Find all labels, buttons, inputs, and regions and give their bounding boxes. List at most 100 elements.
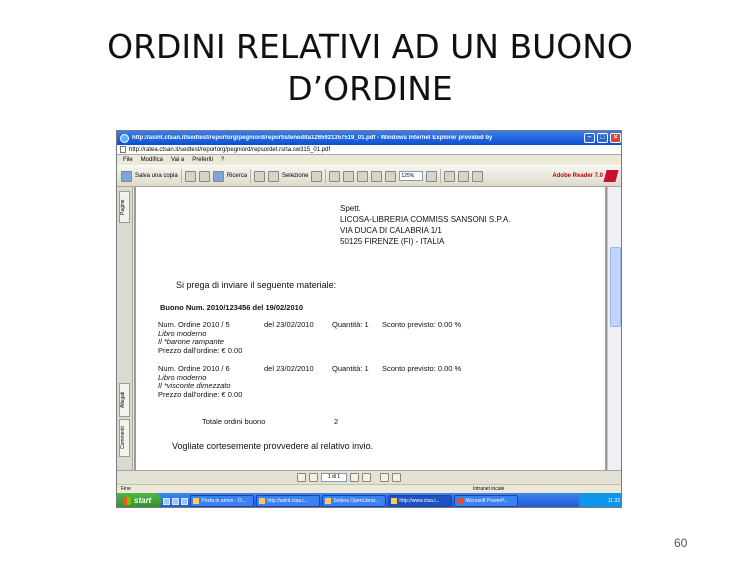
quicklaunch-desktop-icon[interactable] (181, 497, 189, 505)
hand-tool-icon[interactable] (254, 170, 266, 182)
taskbar-item-sebina[interactable]: Sebina OpenLibrar... (322, 495, 387, 507)
clock[interactable]: 11.32 (608, 498, 620, 504)
windows-taskbar: start Posta in arrivo - O... http://asln… (117, 493, 621, 507)
toolbar-separator (325, 169, 327, 183)
taskbar-item-label: Posta in arrivo - O... (201, 498, 246, 504)
order-1-title: Il *barone rampante (158, 337, 224, 346)
taskbar-item-browser-2[interactable]: http://www.ctsa.i... (388, 495, 453, 507)
total-orders-value: 2 (334, 417, 339, 426)
security-zone: Intranet locale (473, 486, 505, 492)
print-icon[interactable] (184, 170, 196, 182)
tab-pagine[interactable]: Pagine (119, 191, 130, 223)
order-2-discount: Sconto previsto: 0.00 % (382, 364, 462, 373)
vertical-scrollbar[interactable] (607, 187, 621, 470)
previous-page-icon[interactable] (309, 473, 318, 482)
adobe-reader-label: Adobe Reader 7.0 (552, 173, 603, 179)
tools-icon[interactable] (472, 170, 484, 182)
go-back-icon[interactable] (380, 473, 389, 482)
recipient-line-4: 50125 FIRENZE (FI) - ITALIA (340, 237, 445, 246)
browser-screenshot: http://aslnt.ctsan.it/sedtest/reportorg/… (116, 130, 622, 508)
ie-status-bar: Fine Intranet locale (117, 484, 621, 493)
menu-file[interactable]: File (123, 157, 133, 163)
menu-modifica[interactable]: Modifica (141, 157, 163, 163)
maximize-button[interactable]: □ (597, 133, 608, 143)
first-page-icon[interactable] (297, 473, 306, 482)
total-orders-label: Totale ordini buono (202, 417, 266, 426)
select-tool-icon[interactable] (268, 170, 280, 182)
closing-text: Vogliate cortesemente provvedere al rela… (172, 441, 374, 451)
slide-page-number: 60 (674, 536, 688, 550)
email-icon[interactable] (198, 170, 210, 182)
window-titlebar[interactable]: http://aslnt.ctsan.it/sedtest/reportorg/… (117, 131, 621, 145)
search-icon[interactable] (212, 170, 224, 182)
comments-icon[interactable] (458, 170, 470, 182)
voucher-heading: Buono Num. 2010/123456 del 19/02/2010 (160, 303, 303, 312)
tab-allegati[interactable]: Allegati (119, 383, 130, 417)
recipient-line-1: Spett. (340, 204, 361, 213)
menu-help[interactable]: ? (221, 157, 224, 163)
slide-title-line-2: D’ORDINE (287, 69, 453, 108)
taskbar-item-outlook[interactable]: Posta in arrivo - O... (190, 495, 255, 507)
save-copy-button[interactable]: Salva una copia (135, 173, 178, 179)
order-2-quantity: Quantità: 1 (332, 364, 369, 373)
toolbar-separator (250, 169, 252, 183)
taskbar-item-label: Sebina OpenLibrar... (333, 498, 380, 504)
select-button[interactable]: Selezione (282, 173, 308, 179)
zoom-in-icon[interactable] (329, 170, 341, 182)
quicklaunch-ie-icon[interactable] (172, 497, 180, 505)
order-1-discount: Sconto previsto: 0.00 % (382, 320, 462, 329)
slide-title: ORDINI RELATIVI AD UN BUONO D’ORDINE (0, 26, 740, 110)
pdf-navigation-bar: 1 di 1 (117, 470, 621, 484)
page-icon (120, 146, 126, 153)
page-number-field[interactable]: 1 di 1 (321, 473, 347, 482)
taskbar-item-powerpoint[interactable]: Microsoft PowerP... (454, 495, 519, 507)
taskbar-item-label: http://aslnt.ctsa.i... (267, 498, 308, 504)
go-forward-icon[interactable] (392, 473, 401, 482)
address-url[interactable]: http://ratea.ctsan.it/sedtest/reportorg/… (129, 147, 330, 153)
windows-flag-icon (123, 497, 131, 505)
toolbar-separator (180, 169, 182, 183)
status-text: Fine (121, 486, 131, 492)
taskbar-item-label: http://www.ctsa.i... (399, 498, 440, 504)
pdf-toolbar: Salva una copia Ricerca Selezione 125% A… (117, 165, 621, 187)
save-icon[interactable] (121, 170, 132, 182)
fit-page-icon[interactable] (371, 170, 383, 182)
zoom-menu-icon[interactable] (426, 170, 438, 182)
order-2-price: Prezzo dall'ordine: € 0.00 (158, 390, 243, 399)
rotate-icon[interactable] (444, 170, 456, 182)
order-2-title: Il *visconte dimezzato (158, 381, 231, 390)
start-button[interactable]: start (117, 493, 162, 507)
request-text: Si prega di inviare il seguente material… (176, 280, 337, 290)
slide-title-line-1: ORDINI RELATIVI AD UN BUONO (107, 27, 633, 66)
quicklaunch-outlook-icon[interactable] (163, 497, 171, 505)
system-tray: 11.32 (579, 493, 621, 507)
ie-icon (120, 133, 129, 143)
last-page-icon[interactable] (362, 473, 371, 482)
adobe-reader-logo: Adobe Reader 7.0 (552, 170, 619, 182)
ie-icon (391, 498, 398, 504)
toolbar-separator (440, 169, 442, 183)
close-button[interactable]: × (610, 133, 621, 143)
menu-preferiti[interactable]: Preferiti (192, 157, 213, 163)
search-button[interactable]: Ricerca (227, 173, 247, 179)
ie-icon (325, 498, 332, 504)
order-1-date: del 23/02/2010 (264, 320, 314, 329)
next-page-icon[interactable] (350, 473, 359, 482)
start-label: start (134, 496, 152, 505)
adobe-logo-icon (603, 170, 619, 182)
snapshot-icon[interactable] (311, 170, 323, 182)
scrollbar-thumb[interactable] (610, 247, 621, 327)
actual-size-icon[interactable] (357, 170, 369, 182)
address-bar[interactable]: http://ratea.ctsan.it/sedtest/reportorg/… (117, 145, 621, 155)
zoom-out-icon[interactable] (343, 170, 355, 182)
fit-width-icon[interactable] (385, 170, 397, 182)
menu-vai-a[interactable]: Vai a (171, 157, 184, 163)
tab-commenti[interactable]: Commenti (119, 419, 130, 457)
taskbar-item-browser-1[interactable]: http://aslnt.ctsa.i... (256, 495, 321, 507)
window-title: http://aslnt.ctsan.it/sedtest/reportorg/… (132, 135, 493, 141)
minimize-button[interactable]: – (584, 133, 595, 143)
order-1-quantity: Quantità: 1 (332, 320, 369, 329)
zoom-field[interactable]: 125% (399, 171, 424, 181)
navigation-sidepanel: Pagine Allegati Commenti (117, 187, 133, 477)
pdf-page: Spett. LICOSA-LIBRERIA COMMISS SANSONI S… (136, 187, 605, 470)
